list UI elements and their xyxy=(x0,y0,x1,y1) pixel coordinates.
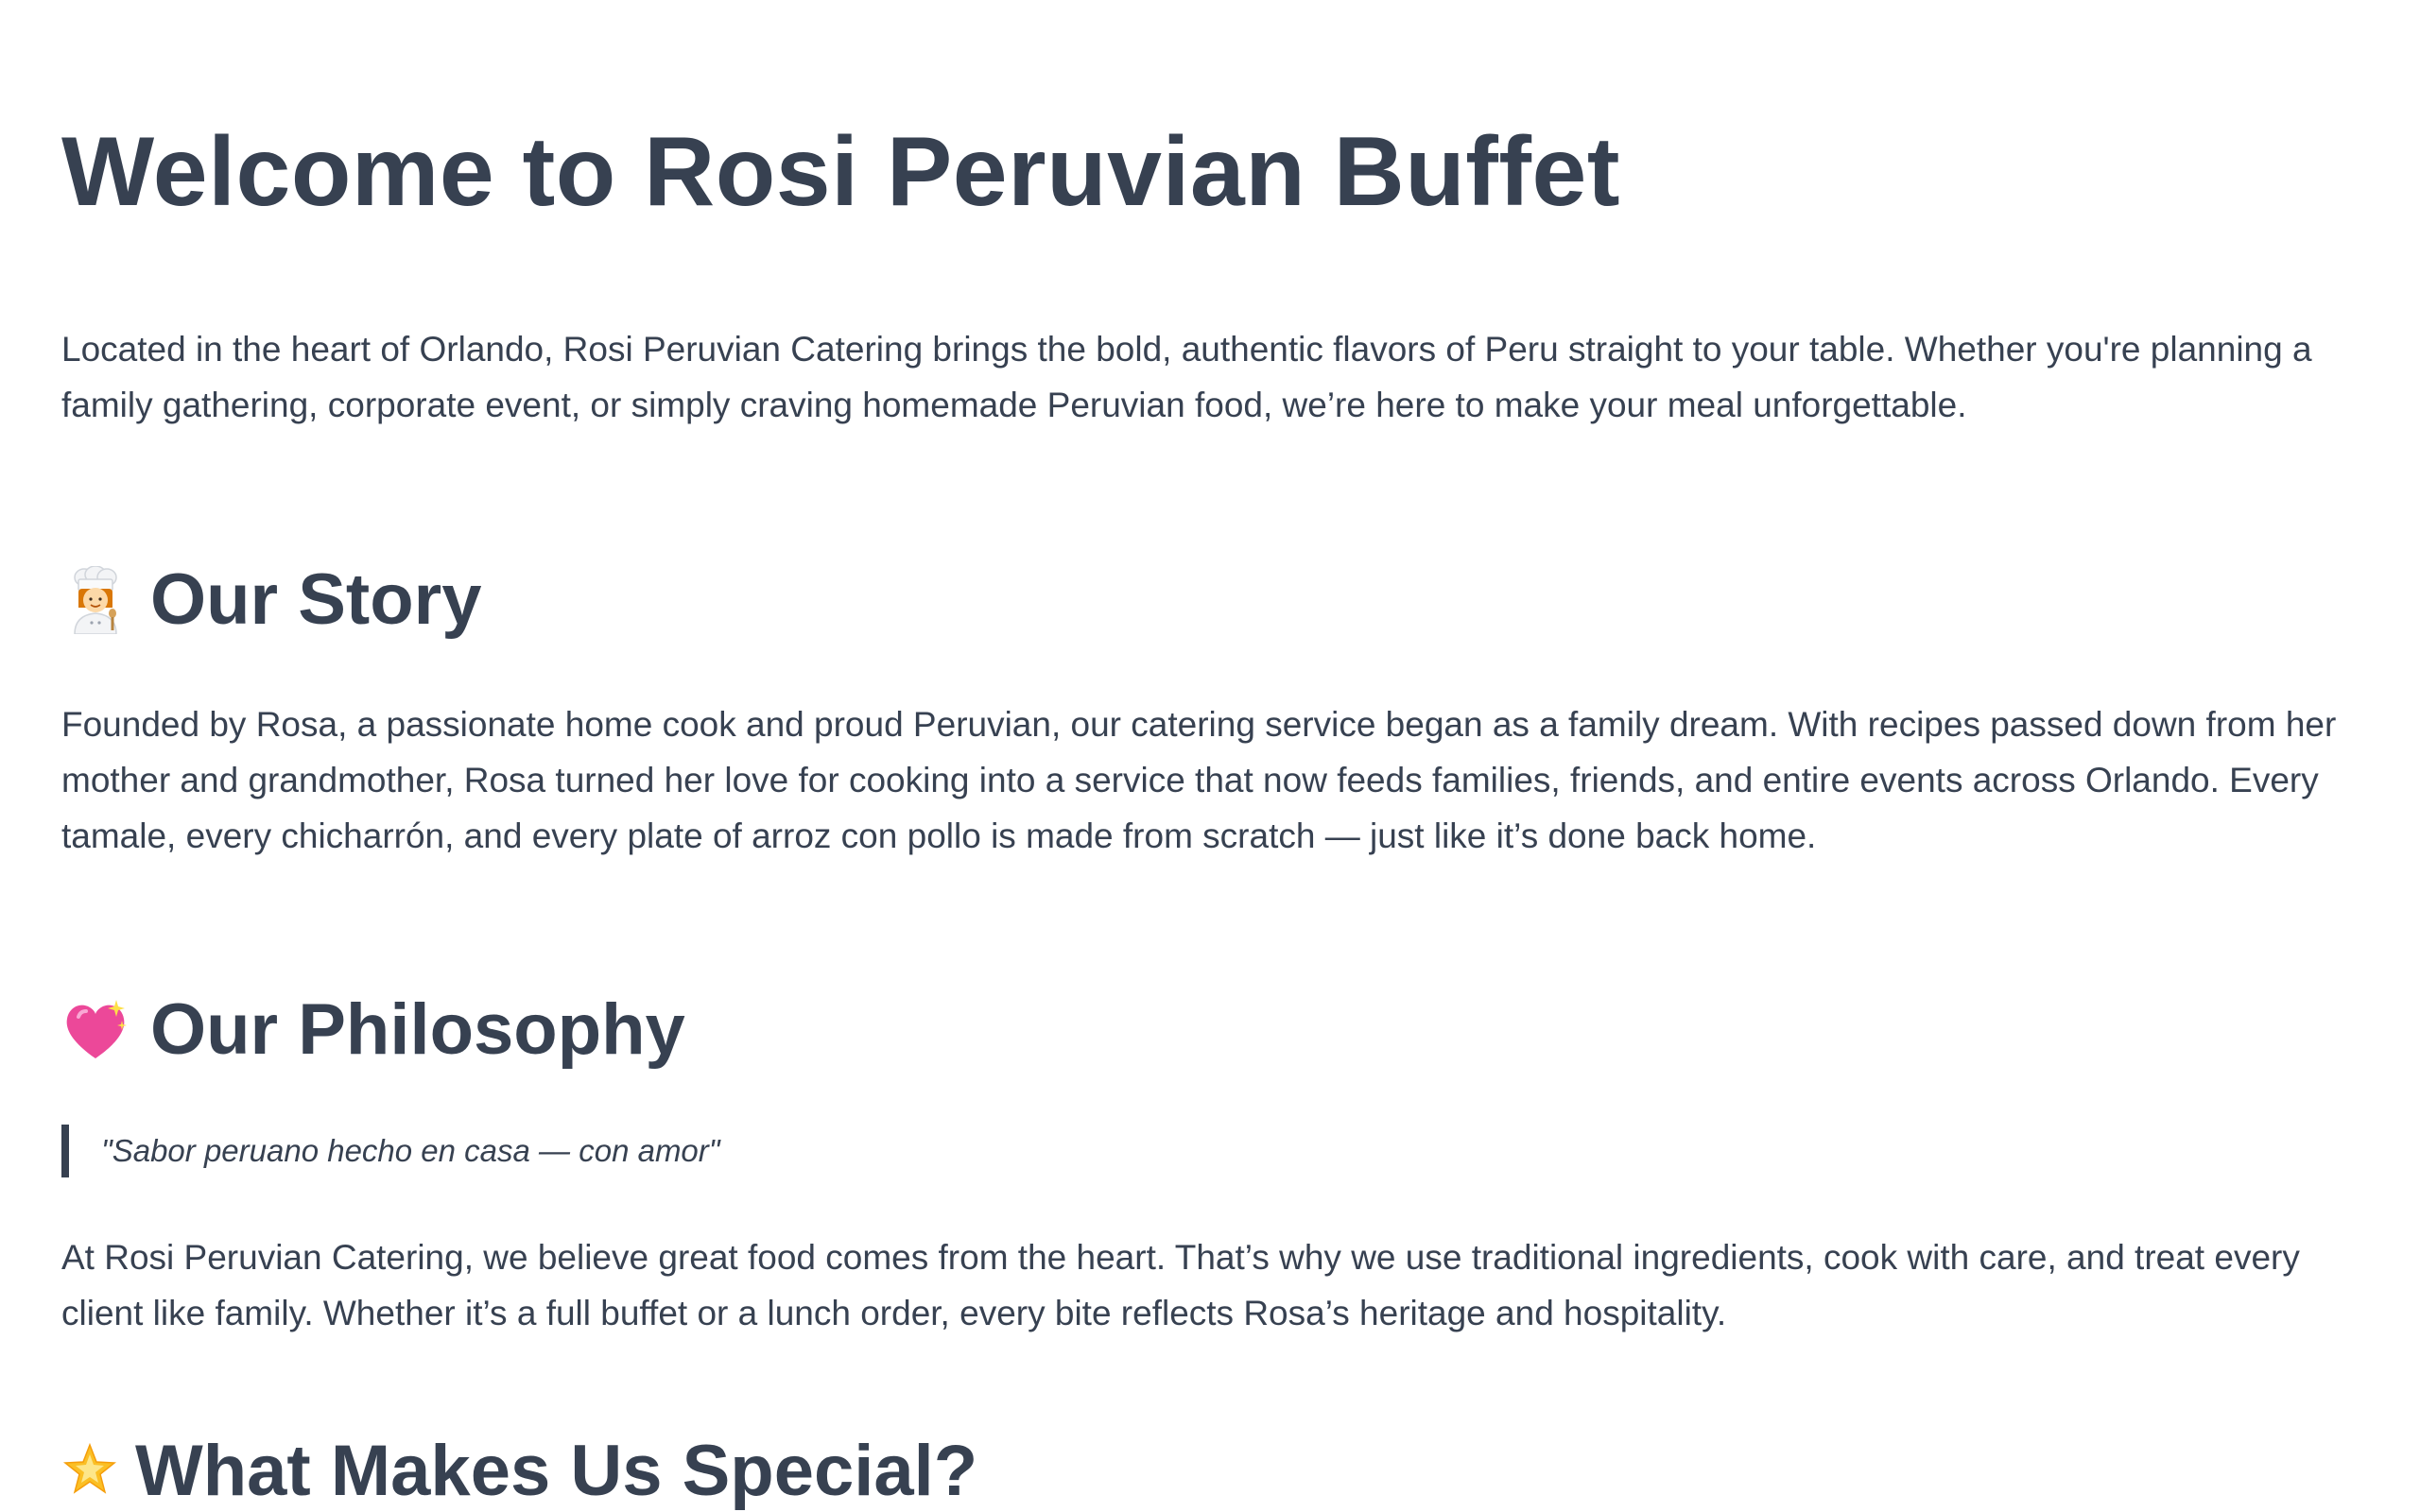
story-paragraph: Founded by Rosa, a passionate home cook … xyxy=(61,705,2337,855)
intro-paragraph: Located in the heart of Orlando, Rosi Pe… xyxy=(61,330,2312,424)
sparkling-heart-icon xyxy=(61,996,130,1064)
philosophy-quote: "Sabor peruano hecho en casa — con amor" xyxy=(61,1125,720,1177)
section-heading-label: Our Story xyxy=(150,559,482,640)
page: Welcome to Rosi Peruvian Buffet Located … xyxy=(0,0,2420,1512)
woman-cook-icon xyxy=(61,566,130,634)
philosophy-paragraph: At Rosi Peruvian Catering, we believe gr… xyxy=(61,1238,2300,1332)
glowing-star-icon xyxy=(61,1437,118,1505)
section-heading-label: What Makes Us Special? xyxy=(135,1431,978,1511)
section-heading-label: Our Philosophy xyxy=(150,989,685,1070)
section-heading-our-philosophy: Our Philosophy xyxy=(61,988,685,1073)
section-heading-our-story: Our Story xyxy=(61,558,482,643)
page-title: Welcome to Rosi Peruvian Buffet xyxy=(61,117,1620,227)
section-heading-what-makes-us-special: What Makes Us Special? xyxy=(61,1429,977,1512)
